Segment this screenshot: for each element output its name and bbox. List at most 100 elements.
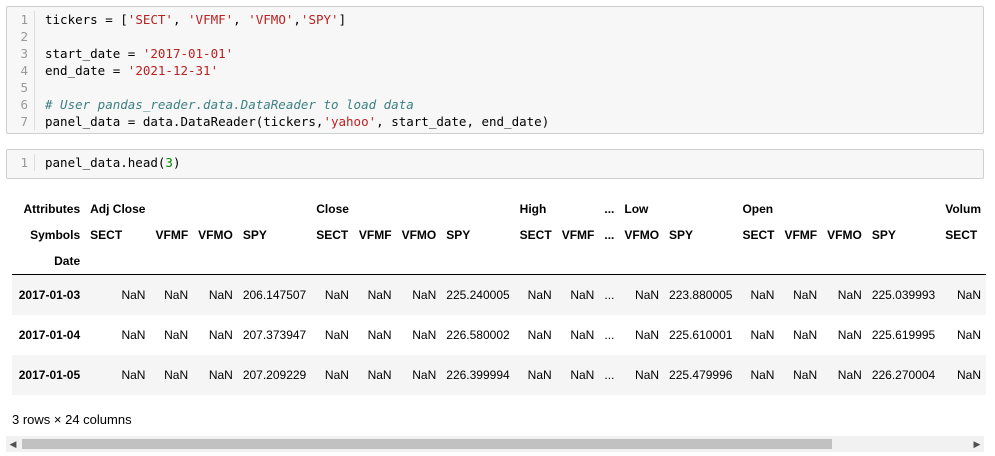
scroll-left-arrow-icon[interactable]: ◀	[6, 436, 20, 452]
code-token: start_date =	[45, 46, 143, 61]
attributes-header-row: Attributes Adj Close Close High... Low Open V…	[12, 196, 986, 222]
table-cell: NaN	[514, 355, 557, 395]
code-text[interactable]	[35, 79, 45, 96]
empty-header	[237, 248, 312, 275]
code-token: 'yahoo'	[323, 114, 377, 129]
table-cell: NaN	[193, 274, 238, 315]
table-row: 2017-01-03 NaN NaN NaN 206.147507 NaN NaN NaN 22…	[12, 274, 986, 315]
attribute-header	[779, 196, 823, 222]
empty-header	[822, 248, 867, 275]
attribute-header: Volum	[940, 196, 986, 222]
code-line[interactable]: 5	[7, 79, 983, 96]
table-cell: 206.147507	[237, 274, 312, 315]
table-cell: NaN	[193, 355, 238, 395]
table-cell: 226.270004	[866, 355, 941, 395]
code-text[interactable]: panel_data.head(3)	[35, 154, 180, 171]
table-cell: NaN	[150, 355, 194, 395]
row-date: 2017-01-03	[12, 274, 86, 315]
code-text[interactable]: end_date = '2021-12-31'	[35, 62, 218, 79]
table-cell: NaN	[556, 274, 600, 315]
attribute-header	[396, 196, 442, 222]
scroll-right-arrow-icon[interactable]: ▶	[970, 436, 984, 452]
code-line[interactable]: 3 start_date = '2017-01-01'	[7, 45, 983, 62]
table-cell: NaN	[311, 355, 354, 395]
table-cell: NaN	[121, 328, 146, 342]
symbol-header: VFMF	[556, 222, 600, 248]
code-token: ,	[233, 12, 249, 27]
attribute-header: Adj Close	[85, 196, 151, 222]
symbol-header: SPY	[441, 222, 515, 248]
code-text[interactable]: panel_data = data.DataReader(tickers,'ya…	[35, 113, 549, 130]
table-cell: NaN	[367, 328, 392, 342]
table-cell: NaN	[396, 355, 442, 395]
code-token: end_date =	[45, 63, 128, 78]
symbol-header: VFMF	[353, 222, 397, 248]
code-token: tickers = [	[45, 12, 128, 27]
line-number: 3	[7, 45, 35, 62]
table-cell: NaN	[793, 328, 818, 342]
code-token: 'VFMF'	[188, 12, 234, 27]
code-text[interactable]: start_date = '2017-01-01'	[35, 45, 233, 62]
attribute-header	[664, 196, 738, 222]
empty-header	[940, 248, 986, 275]
table-cell: NaN	[412, 328, 437, 342]
code-text[interactable]: tickers = ['SECT', 'VFMF', 'VFMO','SPY']	[35, 11, 346, 28]
line-number: 4	[7, 62, 35, 79]
empty-header	[779, 248, 823, 275]
code-line[interactable]: 4 end_date = '2021-12-31'	[7, 62, 983, 79]
code-line[interactable]: 7 panel_data = data.DataReader(tickers,'y…	[7, 113, 983, 130]
table-cell: NaN	[619, 274, 665, 315]
code-line[interactable]: 1 panel_data.head(3)	[7, 154, 983, 171]
code-editor[interactable]: 1 tickers = ['SECT', 'VFMF', 'VFMO','SPY'…	[7, 11, 983, 130]
empty-header	[737, 248, 780, 275]
code-token: ,	[172, 12, 189, 27]
symbol-header: VFMF	[150, 222, 194, 248]
table-cell: NaN	[635, 328, 660, 342]
attribute-header: ...	[599, 196, 620, 222]
table-cell: NaN	[779, 355, 823, 395]
attribute-header	[237, 196, 312, 222]
code-cell-2[interactable]: 1 panel_data.head(3)	[6, 149, 984, 179]
symbol-header: SECT	[311, 222, 354, 248]
symbol-header: VFMO	[619, 222, 665, 248]
symbol-header: SPY	[237, 222, 312, 248]
line-number: 5	[7, 79, 35, 96]
attribute-header	[353, 196, 397, 222]
code-cell-1[interactable]: 1 tickers = ['SECT', 'VFMF', 'VFMO','SPY'…	[6, 6, 984, 134]
table-cell: NaN	[85, 355, 151, 395]
table-cell: NaN	[837, 328, 862, 342]
code-line[interactable]: 1 tickers = ['SECT', 'VFMF', 'VFMO','SPY'…	[7, 11, 983, 28]
code-text[interactable]	[35, 28, 45, 45]
table-cell: ...	[599, 274, 620, 315]
code-token: # User pandas_reader.data.DataReader to …	[45, 97, 414, 112]
table-cell: NaN	[822, 274, 867, 315]
code-token: 3	[165, 155, 173, 170]
code-token: ]	[338, 12, 347, 27]
code-token: )	[172, 155, 181, 170]
empty-header	[353, 248, 397, 275]
code-token: 'SPY'	[300, 12, 339, 27]
symbol-header: VFMO	[396, 222, 442, 248]
table-cell: NaN	[527, 328, 552, 342]
scrollbar-thumb[interactable]	[22, 439, 832, 449]
empty-header	[619, 248, 665, 275]
attribute-header: Open	[737, 196, 780, 222]
symbols-label: Symbols	[12, 222, 86, 248]
code-text[interactable]: # User pandas_reader.data.DataReader to …	[35, 96, 414, 113]
code-editor[interactable]: 1 panel_data.head(3)	[7, 154, 983, 171]
line-number: 7	[7, 113, 35, 130]
code-token: , start_date, end_date)	[376, 114, 550, 129]
symbol-header: SECT	[514, 222, 557, 248]
symbol-header: VFMO	[193, 222, 238, 248]
code-line[interactable]: 6 # User pandas_reader.data.DataReader to…	[7, 96, 983, 113]
attributes-label: Attributes	[12, 196, 86, 222]
table-row: 2017-01-05 NaN NaN NaN 207.209229 NaN NaN NaN 22…	[12, 355, 986, 395]
table-cell: ...	[604, 328, 615, 342]
table-cell: NaN	[822, 355, 867, 395]
table-cell: NaN	[940, 274, 986, 315]
empty-header	[193, 248, 238, 275]
table-cell: NaN	[956, 328, 981, 342]
code-line[interactable]: 2	[7, 28, 983, 45]
table-cell: NaN	[737, 274, 780, 315]
horizontal-scrollbar[interactable]: ◀ ▶	[6, 436, 984, 452]
